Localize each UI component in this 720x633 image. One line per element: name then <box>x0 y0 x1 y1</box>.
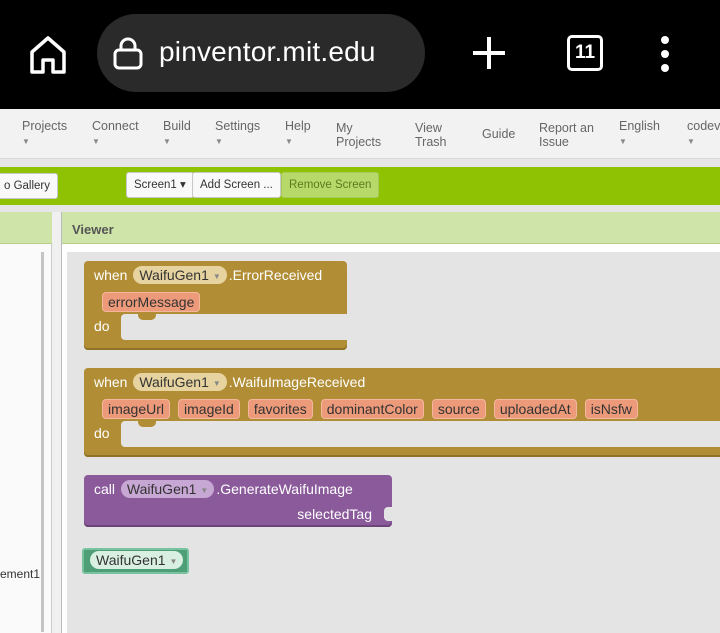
menu-language-label: English <box>619 119 660 133</box>
caret-icon: ▼ <box>92 137 100 146</box>
caret-icon: ▼ <box>619 137 627 146</box>
designer-toolbar: o Gallery Screen1 ▾ Add Screen ... Remov… <box>0 167 720 205</box>
component-dropdown[interactable]: WaifuGen1 ▼ <box>90 551 184 569</box>
menu-help[interactable]: Help ▼ <box>285 119 311 149</box>
screen-select[interactable]: Screen1 ▾ <box>126 172 194 198</box>
menu-view-trash-line1: View <box>415 121 442 135</box>
param-block[interactable]: uploadedAt <box>493 399 577 419</box>
generate-waifu-image-call-block[interactable]: call WaifuGen1 ▼ .GenerateWaifuImage selec… <box>84 475 392 527</box>
when-keyword: when <box>94 267 128 283</box>
menu-my-projects-line2: Projects <box>336 135 382 149</box>
blocks-workspace[interactable]: when WaifuGen1 ▼ .ErrorReceived errorMessa… <box>67 252 720 633</box>
caret-icon: ▼ <box>22 137 30 146</box>
lock-icon <box>113 37 143 70</box>
url-text: pinventor.mit.edu <box>159 36 376 67</box>
event-name: .WaifuImageReceived <box>228 374 366 390</box>
component-dropdown[interactable]: WaifuGen1 ▼ <box>120 480 215 498</box>
dropdown-arrow-icon: ▼ <box>212 378 221 388</box>
when-keyword: when <box>94 374 128 390</box>
menu-language[interactable]: English ▼ <box>619 119 660 149</box>
waifugen-component-block[interactable]: WaifuGen1 ▼ <box>82 548 189 574</box>
gallery-button[interactable]: o Gallery <box>0 173 59 199</box>
param-block[interactable]: isNsfw <box>584 399 638 419</box>
menu-report-issue[interactable]: Report an Issue <box>539 121 594 149</box>
do-keyword: do <box>94 318 110 334</box>
menu-guide-label: Guide <box>482 127 516 141</box>
param-block[interactable]: dominantColor <box>320 399 424 419</box>
component-dropdown-label: WaifuGen1 <box>139 267 209 283</box>
address-bar[interactable]: pinventor.mit.edu <box>97 14 425 92</box>
viewer-header: Viewer <box>62 212 720 244</box>
statement-notch <box>138 314 156 320</box>
caret-icon: ▼ <box>163 137 171 146</box>
statement-notch <box>138 421 156 427</box>
input-socket[interactable] <box>384 507 392 521</box>
arg-label: selectedTag <box>297 506 372 522</box>
menu-build[interactable]: Build ▼ <box>163 119 191 149</box>
menu-my-projects[interactable]: My Projects <box>336 121 381 149</box>
menu-view-trash-line2: Trash <box>415 135 447 149</box>
param-block[interactable]: errorMessage <box>102 292 201 312</box>
menu-account-label: codev <box>687 119 720 133</box>
menu-view-trash[interactable]: View Trash <box>415 121 447 149</box>
viewer-panel: Viewer when WaifuGen1 ▼ .ErrorReceived err… <box>61 212 720 633</box>
menu-help-label: Help <box>285 119 311 133</box>
call-keyword: call <box>94 481 116 497</box>
component-tree-item[interactable]: ement1 <box>0 567 40 581</box>
waifu-image-received-event-block[interactable]: when WaifuGen1 ▼ .WaifuImageReceived image… <box>84 368 720 457</box>
menu-account[interactable]: codev ▼ <box>687 119 720 149</box>
menu-settings[interactable]: Settings ▼ <box>215 119 260 149</box>
browser-toolbar: pinventor.mit.edu 11 <box>0 0 720 109</box>
component-dropdown[interactable]: WaifuGen1 ▼ <box>133 373 227 391</box>
component-dropdown-label: WaifuGen1 <box>126 481 197 497</box>
component-dropdown-label: WaifuGen1 <box>139 374 209 390</box>
menu-connect[interactable]: Connect ▼ <box>92 119 139 149</box>
component-dropdown[interactable]: WaifuGen1 ▼ <box>133 266 227 284</box>
tab-switcher-button[interactable]: 11 <box>567 35 603 71</box>
param-block[interactable]: source <box>431 399 486 419</box>
menu-report-line1: Report an <box>539 121 594 135</box>
components-scrollbar[interactable] <box>41 252 44 632</box>
components-panel-header <box>0 212 52 244</box>
components-panel: ement1 <box>0 212 52 633</box>
plus-icon[interactable] <box>469 33 509 73</box>
caret-icon: ▼ <box>687 137 695 146</box>
more-vert-icon[interactable] <box>656 35 674 73</box>
do-keyword: do <box>94 425 110 441</box>
menu-my-projects-line1: My <box>336 121 353 135</box>
menu-guide[interactable]: Guide <box>482 127 515 141</box>
error-received-event-block[interactable]: when WaifuGen1 ▼ .ErrorReceived errorMessa… <box>84 261 347 350</box>
menu-projects[interactable]: Projects ▼ <box>22 119 67 149</box>
viewer-title: Viewer <box>72 222 114 237</box>
param-block[interactable]: imageUrl <box>102 399 171 419</box>
param-block[interactable]: imageId <box>178 399 240 419</box>
menu-build-label: Build <box>163 119 191 133</box>
component-dropdown-label: WaifuGen1 <box>96 552 166 568</box>
do-statement-slot[interactable] <box>121 421 720 447</box>
dropdown-arrow-icon: ▼ <box>212 271 221 281</box>
add-screen-button[interactable]: Add Screen ... <box>192 172 281 198</box>
event-name: .ErrorReceived <box>228 267 323 283</box>
caret-icon: ▼ <box>285 137 293 146</box>
dropdown-arrow-icon: ▼ <box>200 485 209 495</box>
panel-divider[interactable] <box>52 212 61 633</box>
remove-screen-button[interactable]: Remove Screen <box>281 172 380 198</box>
menu-connect-label: Connect <box>92 119 139 133</box>
app-menubar: Projects ▼ Connect ▼ Build ▼ Settings ▼ … <box>0 109 720 159</box>
dropdown-arrow-icon: ▼ <box>169 556 178 566</box>
param-block[interactable]: favorites <box>247 399 313 419</box>
menu-projects-label: Projects <box>22 119 68 133</box>
method-name: .GenerateWaifuImage <box>216 481 353 497</box>
menu-settings-label: Settings <box>215 119 261 133</box>
menu-report-line2: Issue <box>539 135 569 149</box>
caret-icon: ▼ <box>215 137 223 146</box>
home-icon[interactable] <box>26 32 70 76</box>
